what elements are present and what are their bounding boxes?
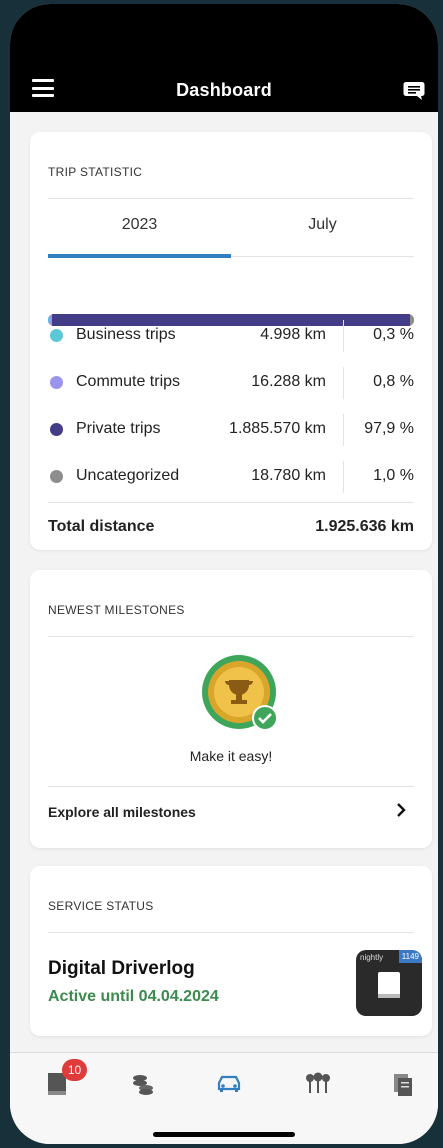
row-km: 16.288 km (251, 373, 326, 390)
row-label: Commute trips (76, 373, 181, 390)
nav-trips[interactable] (215, 1071, 243, 1099)
legend-dot-icon (50, 376, 63, 389)
divider (48, 932, 414, 933)
car-icon (217, 1075, 241, 1092)
page-title: Dashboard (176, 80, 272, 100)
tab-divider (231, 256, 414, 257)
service-status: Active until 04.04.2024 (48, 988, 219, 1005)
divider (343, 320, 344, 352)
trip-row-private[interactable]: Private trips 1.885.570 km 97,9 % (48, 408, 414, 454)
total-label: Total distance (48, 518, 155, 535)
nav-documents[interactable] (392, 1071, 420, 1099)
notification-badge: 10 (62, 1059, 87, 1081)
nav-logbook[interactable]: 10 (46, 1059, 87, 1099)
nav-costs[interactable] (130, 1071, 158, 1099)
row-percent: 1,0 % (373, 467, 414, 484)
row-label: Private trips (76, 420, 161, 437)
explore-milestones-link[interactable]: Explore all milestones (48, 803, 414, 820)
period-tabs: 2023 July (48, 198, 414, 258)
row-km: 18.780 km (251, 467, 326, 484)
chevron-right-icon (397, 803, 406, 817)
top-bar: Dashboard (10, 4, 438, 112)
row-km: 1.885.570 km (229, 420, 326, 437)
documents-icon (394, 1074, 412, 1096)
trip-row-commute[interactable]: Commute trips 16.288 km 0,8 % (48, 361, 414, 407)
explore-label: Explore all milestones (48, 804, 196, 820)
trip-statistic-card: TRIP STATISTIC 2023 July Business trips … (30, 132, 432, 550)
card-title: SERVICE STATUS (48, 899, 154, 913)
book-icon (378, 972, 400, 998)
service-status-card: SERVICE STATUS Digital Driverlog Active … (30, 866, 432, 1036)
row-percent: 0,3 % (373, 326, 414, 343)
divider (343, 461, 344, 493)
divider (343, 367, 344, 399)
milestone-label: Make it easy! (189, 748, 273, 764)
divider (48, 786, 414, 787)
total-distance-row: Total distance 1.925.636 km (48, 518, 414, 536)
phone-frame: Dashboard TRIP STATISTIC 2023 July Busin… (10, 4, 438, 1144)
legend-dot-icon (50, 329, 63, 342)
trophy-medal-icon[interactable] (201, 654, 281, 734)
app-icon[interactable]: nightly 1149 (356, 950, 422, 1016)
pins-icon (306, 1072, 330, 1093)
legend-dot-icon (50, 423, 63, 436)
milestones-card: NEWEST MILESTONES Make it easy! Explore … (30, 570, 432, 848)
bottom-nav: 10 (10, 1052, 438, 1144)
trip-row-uncategorized[interactable]: Uncategorized 18.780 km 1,0 % (48, 455, 414, 501)
divider (48, 502, 414, 503)
legend-dot-icon (50, 470, 63, 483)
coins-icon (133, 1075, 153, 1095)
chat-bubble-icon[interactable] (403, 81, 425, 101)
screen: Dashboard TRIP STATISTIC 2023 July Busin… (10, 4, 438, 1144)
tab-year[interactable]: 2023 (48, 216, 231, 234)
card-title: NEWEST MILESTONES (48, 603, 185, 617)
tab-month[interactable]: July (231, 216, 414, 234)
nav-locations[interactable] (304, 1071, 332, 1099)
row-percent: 0,8 % (373, 373, 414, 390)
service-name: Digital Driverlog (48, 958, 195, 979)
row-label: Business trips (76, 326, 176, 343)
card-title: TRIP STATISTIC (48, 165, 143, 179)
total-value: 1.925.636 km (315, 518, 414, 535)
active-tab-indicator (48, 254, 231, 258)
home-indicator (153, 1132, 295, 1137)
trip-row-business[interactable]: Business trips 4.998 km 0,3 % (48, 314, 414, 360)
divider (343, 414, 344, 446)
row-percent: 97,9 % (364, 420, 414, 437)
divider (48, 636, 414, 637)
row-km: 4.998 km (260, 326, 326, 343)
row-label: Uncategorized (76, 467, 180, 484)
